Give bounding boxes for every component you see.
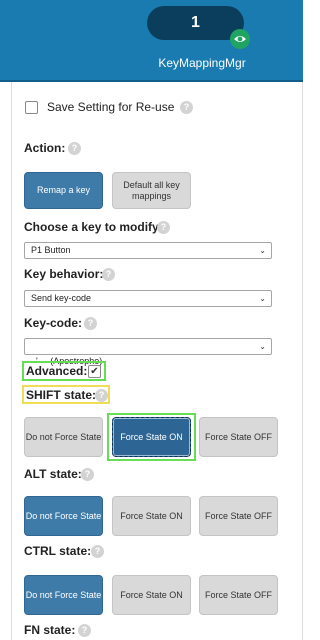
action-label: Action: [24,141,66,155]
help-icon[interactable]: ? [102,268,115,281]
shift-do-not-force-button[interactable]: Do not Force State [24,417,103,457]
save-setting-checkbox[interactable] [25,101,38,114]
chevron-down-icon: ⌄ [259,342,266,351]
eye-icon-svg [234,36,246,42]
chevron-down-icon: ⌄ [259,294,266,303]
key-code-label: Key-code: [24,316,83,330]
alt-force-off-button[interactable]: Force State OFF [199,496,278,536]
advanced-checkbox[interactable]: ✔ [88,365,101,378]
eye-icon[interactable] [230,29,250,49]
shift-force-on-button[interactable]: Force State ON [112,417,191,457]
ctrl-force-off-button[interactable]: Force State OFF [199,575,278,615]
help-icon[interactable]: ? [68,142,81,155]
ctrl-state-label: CTRL state: [24,544,92,558]
help-icon[interactable]: ? [84,317,97,330]
save-setting-label: Save Setting for Re-use [47,100,175,114]
help-icon[interactable]: ? [95,389,108,402]
help-icon[interactable]: ? [91,545,104,558]
key-behavior-label: Key behavior: [24,267,104,281]
alt-state-label: ALT state: [24,467,82,481]
shift-state-label: SHIFT state: [26,388,97,402]
alt-force-on-button[interactable]: Force State ON [112,496,191,536]
alt-do-not-force-button[interactable]: Do not Force State [24,496,103,536]
default-all-button[interactable]: Default all key mappings [112,172,191,209]
choose-key-select[interactable]: P1 Button ⌄ [24,242,272,259]
help-icon[interactable]: ? [180,101,193,114]
help-icon[interactable]: ? [81,468,94,481]
advanced-label: Advanced: [26,364,88,378]
key-code-select[interactable]: ' (Apostrophe) ⌄ [24,338,272,366]
panel-left-border [11,82,12,640]
chevron-down-icon: ⌄ [259,246,266,255]
choose-key-label: Choose a key to modify: [24,220,163,234]
fn-state-label: FN state: [24,623,76,637]
ctrl-force-on-button[interactable]: Force State ON [112,575,191,615]
app-title: KeyMappingMgr [158,56,246,70]
help-icon[interactable]: ? [78,624,91,637]
key-behavior-select[interactable]: Send key-code ⌄ [24,290,272,307]
panel-right-border [302,82,303,640]
ctrl-do-not-force-button[interactable]: Do not Force State [24,575,103,615]
key-behavior-value: Send key-code [31,293,92,303]
remap-key-button[interactable]: Remap a key [24,172,103,209]
shift-force-off-button[interactable]: Force State OFF [199,417,278,457]
help-icon[interactable]: ? [157,221,170,234]
choose-key-value: P1 Button [31,245,71,255]
